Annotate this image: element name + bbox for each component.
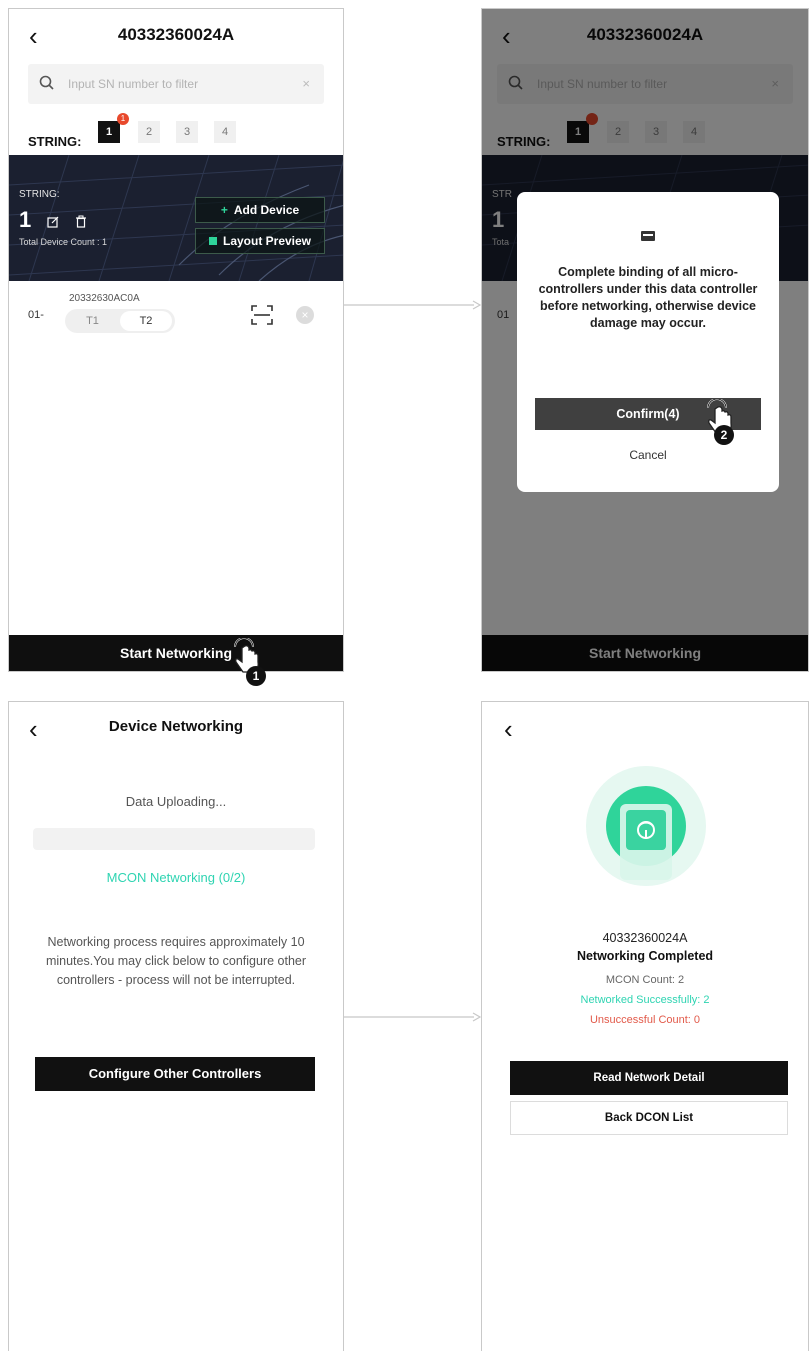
layout-preview-label: Layout Preview (222, 234, 312, 248)
port-t2[interactable]: T2 (120, 311, 172, 331)
mcon-networking-status: MCON Networking (0/2) (106, 870, 246, 885)
unsuccessful-count: Unsuccessful Count: 0 (589, 1014, 701, 1026)
controller-sn: 40332360024A (602, 931, 688, 945)
device-index: 01- (28, 309, 44, 321)
screen-string-devices: ‹ 40332360024A Input SN number to filter… (8, 8, 344, 672)
clear-icon[interactable]: × (302, 76, 310, 91)
screen-networking-completed: ‹ 40332360024A Networking Completed MCON… (481, 701, 809, 1351)
plus-icon: + (220, 203, 228, 217)
confirm-dialog: Complete binding of all micro-controller… (517, 192, 779, 492)
dialog-message: Complete binding of all micro-controller… (538, 265, 758, 330)
search-icon (39, 75, 54, 90)
remove-device-icon[interactable]: × (296, 306, 314, 324)
controller-icon (641, 231, 655, 241)
upload-progress-bar (33, 828, 315, 850)
step-badge-2: 2 (714, 425, 734, 445)
networking-complete-illustration (586, 766, 706, 886)
string-banner: STRING: 1 Total Device Count : 1 + Add De… (9, 155, 343, 281)
add-device-label: Add Device (233, 203, 300, 217)
string-1-badge: 1 (117, 113, 129, 125)
tab-string-3[interactable]: 3 (176, 121, 198, 143)
screen-device-networking: ‹ Device Networking Data Uploading... MC… (8, 701, 344, 1351)
page-title: 40332360024A (117, 25, 235, 44)
configure-other-controllers-button[interactable]: Configure Other Controllers (35, 1057, 315, 1091)
networked-successfully-count: Networked Successfully: 2 (580, 994, 710, 1006)
flow-arrow-icon (344, 1012, 481, 1022)
total-device-count: Total Device Count : 1 (19, 237, 108, 247)
layout-icon (208, 237, 217, 245)
scan-icon[interactable] (251, 305, 273, 325)
tab-string-4[interactable]: 4 (214, 121, 236, 143)
device-sn: 20332630AC0A (69, 293, 140, 304)
read-network-detail-button[interactable]: Read Network Detail (510, 1061, 788, 1095)
back-dcon-list-button[interactable]: Back DCON List (510, 1101, 788, 1135)
banner-string-number: 1 (19, 207, 32, 232)
mcon-count: MCON Count: 2 (605, 974, 685, 986)
networking-note: Networking process requires approximatel… (45, 935, 307, 987)
cancel-button[interactable]: Cancel (517, 448, 779, 462)
completion-title: Networking Completed (576, 949, 714, 963)
tab-string-2[interactable]: 2 (138, 121, 160, 143)
port-t1[interactable]: T1 (65, 309, 120, 333)
string-label: STRING: (28, 134, 82, 149)
tab-string-1[interactable]: 1 (98, 121, 120, 143)
flow-arrow-icon (344, 300, 481, 310)
back-icon[interactable]: ‹ (504, 716, 513, 742)
search-input[interactable]: Input SN number to filter × (28, 64, 324, 104)
banner-string-label: STRING: (19, 189, 60, 200)
delete-icon[interactable] (75, 215, 87, 228)
edit-icon[interactable] (47, 216, 59, 228)
page-title: Device Networking (108, 718, 244, 735)
search-placeholder: Input SN number to filter (68, 77, 199, 91)
port-toggle[interactable]: T1 T2 (65, 309, 175, 333)
layout-preview-button[interactable]: Layout Preview (195, 228, 325, 254)
add-device-button[interactable]: + Add Device (195, 197, 325, 223)
step-badge-1: 1 (246, 666, 266, 686)
screen-confirm-dialog: ‹ 40332360024A Input SN number to filter… (481, 8, 809, 672)
start-networking-button[interactable]: Start Networking (9, 635, 343, 671)
uploading-label: Data Uploading... (125, 794, 227, 809)
